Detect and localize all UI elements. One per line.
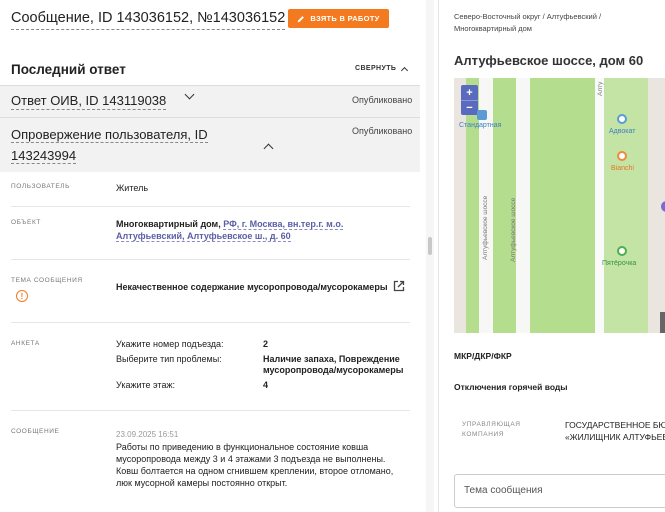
divider bbox=[11, 206, 410, 207]
chevron-up-icon bbox=[401, 66, 409, 75]
topic-value: Некачественное содержание мусоропровода/… bbox=[116, 282, 388, 292]
user-refutation-title[interactable]: Опровержение пользователя, ID 143243994 bbox=[11, 124, 251, 166]
map-road bbox=[516, 78, 530, 333]
answer-oiv-title[interactable]: Ответ ОИВ, ID 143119038 bbox=[11, 93, 167, 110]
status-badge: Опубликовано bbox=[352, 126, 413, 136]
poi-icon[interactable] bbox=[617, 114, 627, 124]
section-hot-water[interactable]: Отключения горячей воды bbox=[454, 382, 568, 392]
zoom-out-button[interactable]: − bbox=[461, 100, 478, 115]
form-answer: Наличие запаха, Повреждение мусоропровод… bbox=[263, 354, 404, 375]
management-company-label: УПРАВЛЯЮЩАЯ КОМПАНИЯ bbox=[462, 421, 521, 438]
status-badge: Опубликовано bbox=[352, 95, 413, 105]
divider bbox=[11, 259, 410, 260]
user-value: Житель bbox=[116, 183, 149, 193]
form-label: АНКЕТА bbox=[11, 340, 40, 347]
bus-stop-icon[interactable] bbox=[477, 110, 487, 120]
poi-label: Пятёрочка bbox=[602, 260, 637, 267]
user-label: ПОЛЬЗОВАТЕЛЬ bbox=[11, 183, 71, 190]
take-to-work-button[interactable]: ВЗЯТЬ В РАБОТУ bbox=[288, 9, 389, 28]
section-repairs[interactable]: МКР/ДКР/ФКР bbox=[454, 351, 512, 361]
message-title[interactable]: Сообщение, ID 143036152, №143036152 bbox=[11, 9, 286, 30]
form-answer: 2 bbox=[263, 339, 269, 349]
object-label: ОБЪЕКТ bbox=[11, 219, 41, 226]
form-answer: 4 bbox=[263, 380, 269, 390]
map-green-area bbox=[557, 78, 595, 333]
map-building bbox=[660, 312, 665, 333]
message-text: Работы по приведению в функциональное со… bbox=[116, 442, 394, 488]
topic-input[interactable]: Тема сообщения bbox=[454, 474, 665, 508]
address-title: Алтуфьевское шоссе, дом 60 bbox=[454, 53, 644, 68]
road-label: Алту bbox=[597, 81, 604, 96]
message-label: СООБЩЕНИЕ bbox=[11, 428, 60, 435]
warning-icon: ! bbox=[16, 290, 28, 302]
divider bbox=[11, 410, 410, 411]
form-question: Выберите тип проблемы: bbox=[116, 354, 222, 364]
message-date: 23.09.2025 16:51 bbox=[116, 430, 179, 439]
message-panel: Сообщение, ID 143036152, №143036152 ВЗЯТ… bbox=[0, 0, 426, 512]
poi-label: Стандартная bbox=[459, 122, 502, 129]
road-label: Алтуфьевское шоссе bbox=[482, 195, 489, 260]
map[interactable]: Алтуфьевское шоссе Алтуфьевское шоссе Ал… bbox=[454, 78, 665, 333]
left-scrollbar[interactable] bbox=[426, 0, 434, 512]
shop-icon[interactable] bbox=[617, 246, 627, 256]
message-title-dropdown[interactable]: Сообщение, ID 143036152, №143036152 bbox=[11, 9, 304, 30]
last-answer-heading: Последний ответ bbox=[11, 62, 126, 77]
road-label: Алтуфьевское шоссе bbox=[510, 197, 517, 262]
collapse-button[interactable]: СВЕРНУТЬ bbox=[355, 64, 409, 75]
zoom-in-button[interactable]: + bbox=[461, 85, 478, 100]
object-type: Многоквартирный дом, bbox=[116, 219, 221, 229]
breadcrumb: Северо-Восточный округ / Алтуфьевский / … bbox=[454, 12, 602, 33]
form-question: Укажите номер подъезда: bbox=[116, 339, 224, 349]
collapse-label: СВЕРНУТЬ bbox=[355, 65, 397, 72]
zoom-control[interactable]: + − bbox=[461, 85, 478, 115]
object-marker[interactable] bbox=[661, 201, 665, 212]
topic-label: ТЕМА СООБЩЕНИЯ bbox=[11, 277, 83, 284]
object-info-panel: Северо-Восточный округ / Алтуфьевский / … bbox=[445, 0, 665, 512]
management-company-value: ГОСУДАРСТВЕННОЕ БЮД «ЖИЛИЩНИК АЛТУФЬЕВ bbox=[565, 419, 665, 443]
take-to-work-label: ВЗЯТЬ В РАБОТУ bbox=[310, 14, 380, 23]
form-question: Укажите этаж: bbox=[116, 380, 175, 390]
poi-icon[interactable] bbox=[617, 151, 627, 161]
divider bbox=[11, 322, 410, 323]
external-link-icon[interactable] bbox=[393, 280, 405, 292]
management-company-line: «ЖИЛИЩНИК АЛТУФЬЕВ bbox=[565, 432, 665, 442]
map-road bbox=[595, 78, 604, 333]
poi-label: Адвокат bbox=[609, 128, 636, 135]
scrollbar-thumb[interactable] bbox=[428, 237, 432, 255]
poi-label: Bianchi bbox=[611, 165, 634, 172]
object-value: Многоквартирный дом, РФ, г. Москва, вн.т… bbox=[116, 218, 346, 242]
management-company-line: ГОСУДАРСТВЕННОЕ БЮД bbox=[565, 420, 665, 430]
pencil-icon bbox=[298, 15, 305, 22]
pane-divider bbox=[438, 0, 439, 512]
divider bbox=[0, 117, 420, 118]
